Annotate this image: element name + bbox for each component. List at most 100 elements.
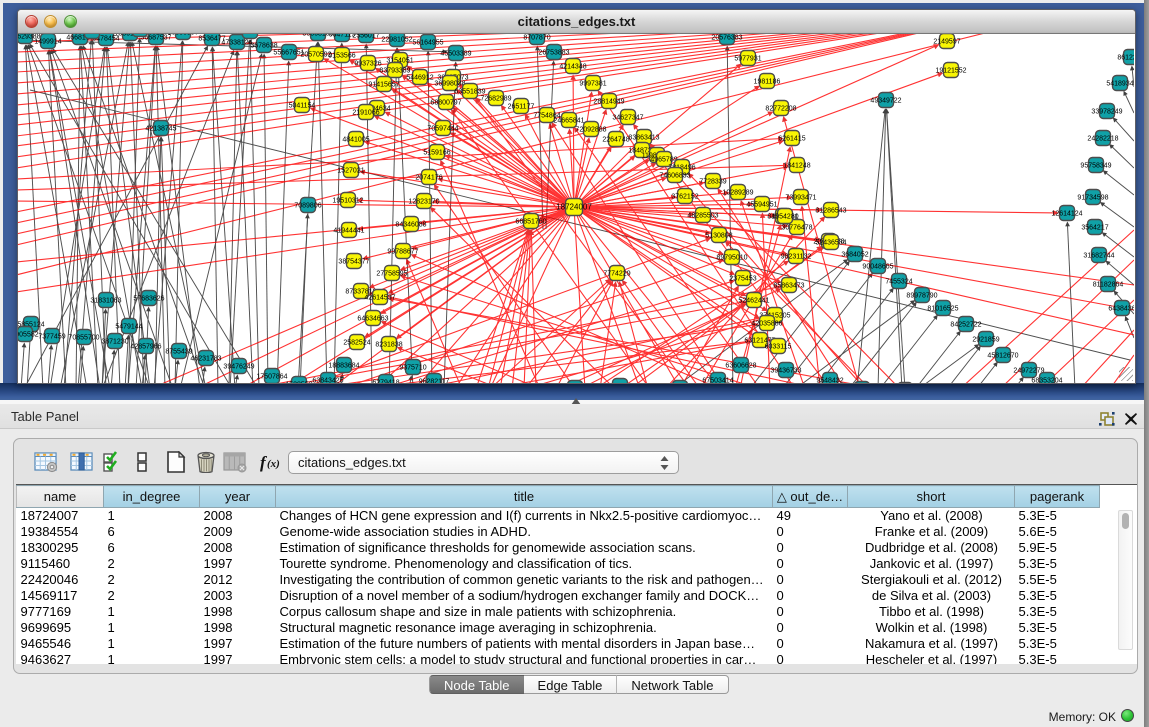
svg-text:83793389: 83793389 — [379, 68, 410, 75]
svg-text:28814949: 28814949 — [593, 99, 624, 106]
svg-text:2191066: 2191066 — [352, 110, 379, 117]
svg-text:64634663: 64634663 — [357, 316, 388, 323]
svg-text:38754377: 38754377 — [338, 259, 369, 266]
svg-text:1527021: 1527021 — [337, 168, 364, 175]
svg-text:63843426: 63843426 — [312, 378, 343, 384]
svg-text:84252722: 84252722 — [950, 322, 981, 329]
svg-text:3762152: 3762152 — [671, 194, 698, 201]
svg-text:68353204: 68353204 — [1031, 378, 1062, 384]
svg-text:31831063: 31831063 — [90, 298, 121, 305]
svg-text:5977931: 5977931 — [734, 56, 761, 63]
svg-text:34627347: 34627347 — [612, 115, 643, 122]
svg-text:89795010: 89795010 — [716, 255, 747, 262]
svg-text:73993471: 73993471 — [785, 195, 816, 202]
svg-text:5479144: 5479144 — [115, 324, 142, 331]
svg-text:83863413: 83863413 — [628, 135, 659, 142]
svg-text:91415657: 91415657 — [368, 82, 399, 89]
svg-text:9548432: 9548432 — [816, 378, 843, 384]
svg-text:(x): (x) — [267, 458, 280, 470]
svg-text:1768805: 1768805 — [236, 34, 263, 36]
svg-text:7455324: 7455324 — [885, 279, 912, 286]
svg-text:5041154: 5041154 — [289, 103, 316, 110]
svg-text:3564217: 3564217 — [1081, 225, 1108, 232]
svg-text:5130808: 5130808 — [705, 233, 732, 240]
svg-text:84346088: 84346088 — [395, 222, 426, 229]
svg-text:63551839: 63551839 — [454, 89, 485, 96]
svg-text:9375710: 9375710 — [399, 365, 426, 372]
svg-text:99788677: 99788677 — [387, 249, 418, 256]
svg-text:8231838: 8231838 — [375, 342, 402, 349]
svg-text:1499914: 1499914 — [34, 39, 61, 46]
svg-text:2651177: 2651177 — [508, 104, 535, 111]
svg-text:6033115: 6033115 — [765, 344, 792, 351]
svg-text:2149597: 2149597 — [933, 39, 960, 46]
svg-text:5418934: 5418934 — [1106, 81, 1133, 88]
svg-text:7774229: 7774229 — [603, 271, 630, 278]
svg-text:70855700: 70855700 — [68, 335, 99, 342]
svg-text:57683626: 57683626 — [133, 296, 164, 303]
svg-text:3684052: 3684052 — [841, 252, 868, 259]
svg-text:81286543: 81286543 — [815, 208, 846, 215]
svg-text:20570592: 20570592 — [300, 52, 331, 59]
svg-text:9997381: 9997381 — [579, 81, 606, 88]
svg-text:2921859: 2921859 — [972, 337, 999, 344]
svg-text:89978790: 89978790 — [906, 293, 937, 300]
svg-text:4965789: 4965789 — [650, 157, 677, 164]
svg-text:98231132: 98231132 — [781, 254, 812, 261]
svg-text:81182864: 81182864 — [1093, 282, 1124, 289]
svg-text:47338124: 47338124 — [221, 40, 252, 47]
svg-text:1841248: 1841248 — [783, 163, 810, 170]
svg-text:56164955: 56164955 — [412, 40, 443, 47]
svg-text:18724007: 18724007 — [556, 203, 592, 212]
svg-text:46231783: 46231783 — [190, 356, 221, 363]
svg-text:52436584: 52436584 — [815, 240, 846, 247]
svg-text:74606833: 74606833 — [659, 173, 690, 180]
svg-text:6438436: 6438436 — [1108, 306, 1134, 313]
svg-text:6279418: 6279418 — [372, 380, 399, 384]
svg-text:41944441: 41944441 — [333, 228, 364, 235]
svg-text:2556017: 2556017 — [352, 34, 379, 40]
svg-text:26753883: 26753883 — [538, 50, 569, 57]
svg-text:18883684: 18883684 — [328, 363, 359, 370]
svg-text:33978249: 33978249 — [1091, 109, 1122, 116]
svg-text:1538552: 1538552 — [285, 382, 312, 384]
svg-text:2582524: 2582524 — [343, 340, 370, 347]
svg-text:19510312: 19510312 — [332, 198, 363, 205]
svg-text:66306997: 66306997 — [167, 34, 198, 37]
svg-text:45503389: 45503389 — [440, 51, 471, 58]
svg-text:22981052: 22981052 — [381, 37, 412, 44]
svg-text:42614537: 42614537 — [364, 295, 395, 302]
svg-text:42138745: 42138745 — [145, 126, 176, 133]
svg-text:63606628: 63606628 — [725, 363, 756, 370]
svg-text:24665841: 24665841 — [553, 118, 584, 125]
svg-text:4214348: 4214348 — [559, 64, 586, 71]
svg-text:48285503: 48285503 — [687, 213, 718, 220]
svg-text:1981186: 1981186 — [754, 79, 781, 86]
svg-text:36998038: 36998038 — [434, 81, 465, 88]
svg-text:31682744: 31682744 — [1083, 253, 1114, 260]
svg-text:67503414: 67503414 — [702, 378, 733, 384]
svg-text:72682989: 72682989 — [480, 96, 511, 103]
svg-text:27758595: 27758595 — [376, 271, 407, 278]
svg-text:42857966: 42857966 — [130, 344, 161, 351]
svg-text:4905582: 4905582 — [18, 332, 39, 339]
svg-text:7377459: 7377459 — [38, 334, 65, 341]
svg-text:2074176: 2074176 — [415, 175, 442, 182]
svg-text:2264748: 2264748 — [602, 137, 629, 144]
svg-text:52462441: 52462441 — [738, 298, 769, 305]
svg-text:3678638: 3678638 — [250, 43, 277, 50]
svg-text:30776478: 30776478 — [781, 225, 812, 232]
svg-text:68800797: 68800797 — [430, 100, 461, 107]
svg-text:39436733: 39436733 — [770, 368, 801, 375]
svg-text:12614124: 12614124 — [1051, 211, 1082, 218]
svg-text:70597444: 70597444 — [427, 126, 458, 133]
svg-text:8707870: 8707870 — [523, 35, 550, 42]
svg-text:4841005: 4841005 — [342, 137, 369, 144]
svg-text:9937326: 9937326 — [354, 61, 381, 68]
svg-text:8755439: 8755439 — [165, 349, 192, 356]
svg-text:2375453: 2375453 — [729, 276, 756, 283]
svg-text:90048665: 90048665 — [862, 264, 893, 271]
svg-text:5159166: 5159166 — [423, 150, 450, 157]
svg-text:7728339: 7728339 — [699, 179, 726, 186]
svg-text:20576383: 20576383 — [711, 35, 742, 42]
